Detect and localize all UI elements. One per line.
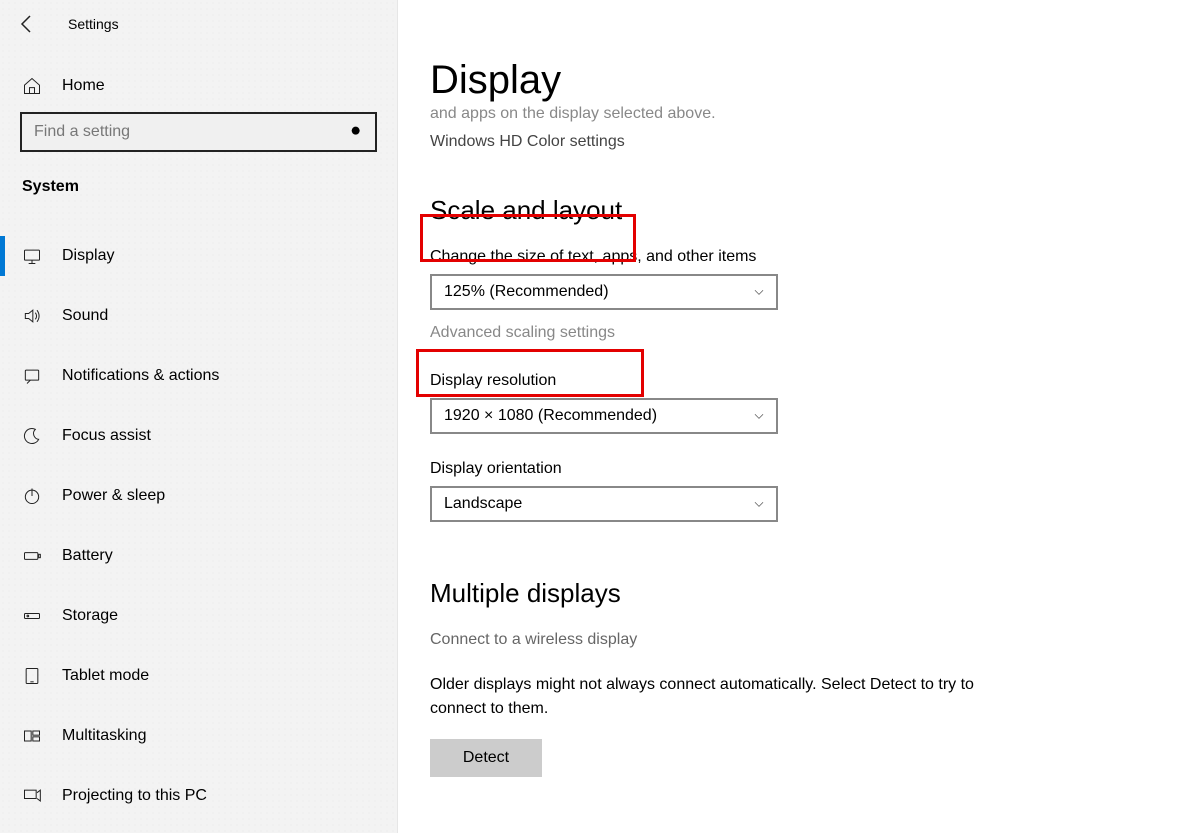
sidebar-item-notifications[interactable]: Notifications & actions [0, 346, 397, 406]
category-title: System [0, 170, 397, 204]
sidebar-item-label: Sound [62, 307, 108, 325]
advanced-scaling-link[interactable]: Advanced scaling settings [430, 324, 615, 342]
detect-button[interactable]: Detect [430, 739, 542, 777]
sidebar-item-label: Storage [62, 607, 118, 625]
multiple-displays-heading: Multiple displays [430, 578, 1149, 609]
power-icon [22, 486, 42, 506]
notifications-icon [22, 366, 42, 386]
sidebar-item-display[interactable]: Display [0, 226, 397, 286]
chevron-down-icon [752, 497, 766, 511]
scale-select[interactable]: 125% (Recommended) [430, 274, 778, 310]
projecting-icon [22, 786, 42, 806]
scroll-snippet: and apps on the display selected above. [430, 105, 1149, 123]
search-box[interactable] [20, 112, 377, 152]
tablet-icon [22, 666, 42, 686]
resolution-select[interactable]: 1920 × 1080 (Recommended) [430, 398, 778, 434]
sidebar-item-label: Display [62, 247, 114, 265]
nav-list: Display Sound Notifications & actions Fo… [0, 226, 397, 826]
orientation-select[interactable]: Landscape [430, 486, 778, 522]
topbar: Settings [0, 0, 397, 48]
arrow-left-icon [16, 12, 40, 36]
sound-icon [22, 306, 42, 326]
chevron-down-icon [752, 285, 766, 299]
moon-icon [22, 426, 42, 446]
sidebar-item-sound[interactable]: Sound [0, 286, 397, 346]
search-icon [349, 124, 365, 140]
orientation-select-value: Landscape [444, 495, 522, 513]
sidebar: Settings Home System Display [0, 0, 398, 833]
sidebar-item-label: Focus assist [62, 427, 151, 445]
resolution-select-value: 1920 × 1080 (Recommended) [444, 407, 657, 425]
scale-layout-heading: Scale and layout [430, 195, 1149, 226]
scale-select-value: 125% (Recommended) [444, 283, 609, 301]
orientation-label: Display orientation [430, 460, 1149, 478]
wireless-display-link[interactable]: Connect to a wireless display [430, 631, 637, 649]
sidebar-item-tablet-mode[interactable]: Tablet mode [0, 646, 397, 706]
sidebar-item-label: Battery [62, 547, 113, 565]
sidebar-item-label: Power & sleep [62, 487, 165, 505]
sidebar-item-focus-assist[interactable]: Focus assist [0, 406, 397, 466]
page-title: Display [430, 0, 1149, 103]
search-input[interactable] [34, 123, 339, 141]
hd-color-link[interactable]: Windows HD Color settings [430, 133, 625, 151]
chevron-down-icon [752, 409, 766, 423]
sidebar-item-battery[interactable]: Battery [0, 526, 397, 586]
detect-help-text: Older displays might not always connect … [430, 673, 990, 721]
app-title: Settings [68, 16, 119, 32]
sidebar-item-storage[interactable]: Storage [0, 586, 397, 646]
sidebar-item-label: Tablet mode [62, 667, 149, 685]
content-pane: Display and apps on the display selected… [398, 0, 1189, 833]
scale-label: Change the size of text, apps, and other… [430, 248, 1149, 266]
sidebar-item-home[interactable]: Home [0, 48, 397, 112]
resolution-label: Display resolution [430, 372, 1149, 390]
multitasking-icon [22, 726, 42, 746]
home-label: Home [62, 77, 105, 95]
back-button[interactable] [16, 12, 40, 36]
sidebar-item-multitasking[interactable]: Multitasking [0, 706, 397, 766]
sidebar-item-label: Projecting to this PC [62, 787, 207, 805]
sidebar-item-label: Multitasking [62, 727, 146, 745]
battery-icon [22, 546, 42, 566]
sidebar-item-label: Notifications & actions [62, 367, 219, 385]
sidebar-item-projecting[interactable]: Projecting to this PC [0, 766, 397, 826]
home-icon [22, 76, 42, 96]
storage-icon [22, 606, 42, 626]
monitor-icon [22, 246, 42, 266]
sidebar-item-power-sleep[interactable]: Power & sleep [0, 466, 397, 526]
